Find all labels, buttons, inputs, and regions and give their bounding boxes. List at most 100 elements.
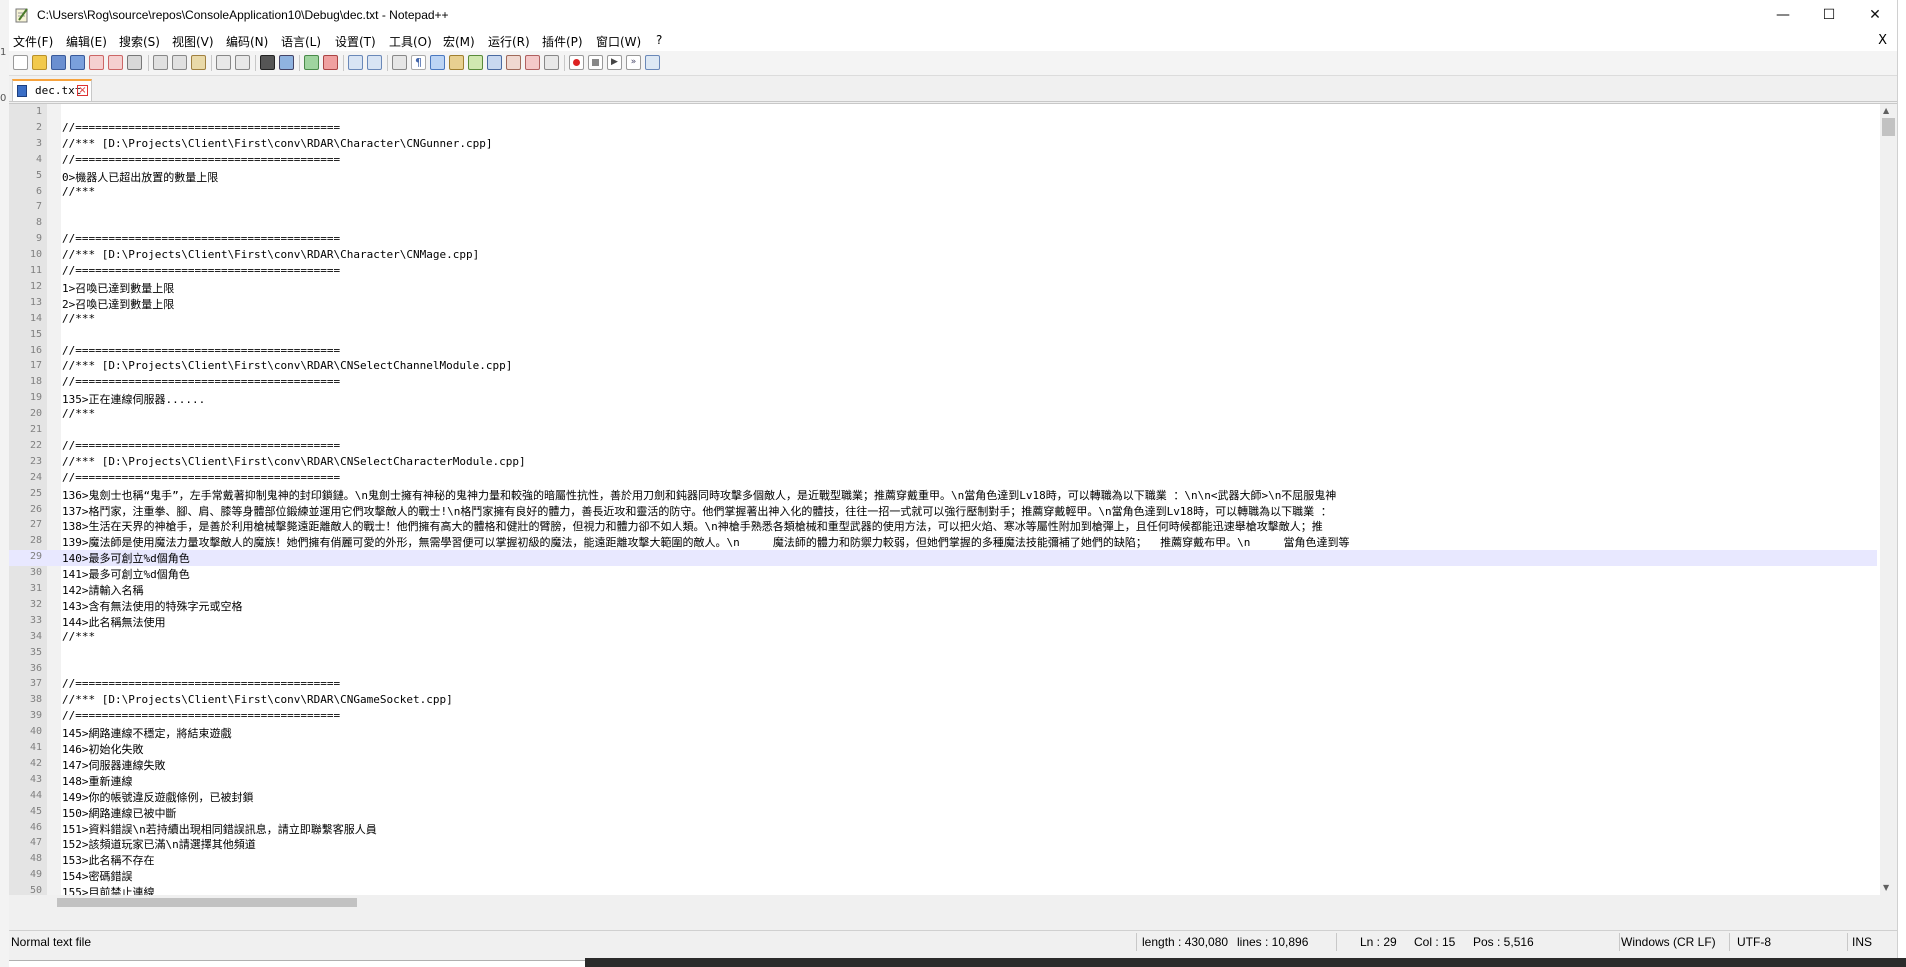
save-all-icon[interactable]	[70, 55, 85, 70]
menu-window[interactable]: 窗口(W)	[596, 33, 641, 50]
tab-close-icon[interactable]: ×	[77, 85, 88, 96]
indent-guide-icon[interactable]	[430, 55, 445, 70]
editor-line[interactable]: 41 146>初始化失敗	[9, 741, 1877, 757]
undo-icon[interactable]	[216, 55, 231, 70]
editor-line[interactable]: 7	[9, 200, 1877, 216]
horizontal-scrollbar[interactable]	[9, 895, 1880, 910]
scroll-down-icon[interactable]: ▼	[1883, 883, 1889, 892]
redo-icon[interactable]	[235, 55, 250, 70]
editor-line[interactable]: 15	[9, 328, 1877, 344]
close-document-button[interactable]: X	[1878, 33, 1887, 48]
horizontal-scroll-thumb[interactable]	[57, 898, 357, 907]
editor-line[interactable]: 25 136>鬼劍士也稱“鬼手”，左手常戴著抑制鬼神的封印鎖鏈。\n鬼劍士擁有神秘…	[9, 487, 1877, 503]
editor-line[interactable]: 32 143>含有無法使用的特殊字元或空格	[9, 598, 1877, 614]
show-all-chars-icon[interactable]: ¶	[411, 55, 426, 70]
save-icon[interactable]	[51, 55, 66, 70]
save-macro-icon[interactable]	[645, 55, 660, 70]
menu-file[interactable]: 文件(F)	[13, 33, 53, 50]
menu-search[interactable]: 搜索(S)	[119, 33, 160, 50]
eye-icon[interactable]	[544, 55, 559, 70]
editor-line[interactable]: 34 //***	[9, 630, 1877, 646]
editor-line[interactable]: 48 153>此名稱不存在	[9, 852, 1877, 868]
editor-line[interactable]: 4 //=====================================…	[9, 153, 1877, 169]
zoom-out-icon[interactable]	[323, 55, 338, 70]
user-language-icon[interactable]	[449, 55, 464, 70]
cut-icon[interactable]	[153, 55, 168, 70]
sync-vertical-icon[interactable]	[348, 55, 363, 70]
editor-line[interactable]: 9 //=====================================…	[9, 232, 1877, 248]
scroll-up-icon[interactable]: ▲	[1883, 106, 1889, 115]
editor-line[interactable]: 37 //====================================…	[9, 677, 1877, 693]
editor-line[interactable]: 20 //***	[9, 407, 1877, 423]
sync-horizontal-icon[interactable]	[367, 55, 382, 70]
editor-line[interactable]: 18 //====================================…	[9, 375, 1877, 391]
menu-tools[interactable]: 工具(O)	[389, 33, 432, 50]
editor-line[interactable]: 26 137>格鬥家，注重拳、腳、肩、膝等身體部位鍛練並運用它們攻擊敵人的戰士!\…	[9, 503, 1877, 519]
editor-line[interactable]: 17 //*** [D:\Projects\Client\First\conv\R…	[9, 359, 1877, 375]
editor-line[interactable]: 31 142>請輸入名稱	[9, 582, 1877, 598]
record-macro-icon[interactable]	[569, 55, 584, 70]
editor-line[interactable]: 36	[9, 662, 1877, 678]
play-macro-icon[interactable]: ▶	[607, 55, 622, 70]
editor-line[interactable]: 1	[9, 105, 1877, 121]
editor-line[interactable]: 27 138>生活在天界的神槍手，是善於利用槍械擊斃遠距離敵人的戰士！他們擁有高大…	[9, 518, 1877, 534]
menu-help[interactable]: ?	[656, 33, 662, 47]
monitoring-icon[interactable]	[525, 55, 540, 70]
editor-line[interactable]: 24 //====================================…	[9, 471, 1877, 487]
editor-line[interactable]: 40 145>網路連線不穩定，將結束遊戲	[9, 725, 1877, 741]
editor-line[interactable]: 43 148>重新連線	[9, 773, 1877, 789]
close-file-icon[interactable]	[89, 55, 104, 70]
editor-line[interactable]: 21	[9, 423, 1877, 439]
editor-line[interactable]: 19 135>正在連線伺服器......	[9, 391, 1877, 407]
text-editor[interactable]: 1 2//====================================…	[9, 103, 1897, 910]
editor-line[interactable]: 6 //***	[9, 185, 1877, 201]
editor-line[interactable]: 38 //*** [D:\Projects\Client\First\conv\R…	[9, 693, 1877, 709]
folder-workspace-icon[interactable]	[506, 55, 521, 70]
menu-settings[interactable]: 设置(T)	[335, 33, 376, 50]
editor-line[interactable]: 46 151>資料錯誤\n若持續出現相同錯誤訊息，請立即聯繫客服人員	[9, 821, 1877, 837]
menu-run[interactable]: 运行(R)	[488, 33, 530, 50]
print-icon[interactable]	[127, 55, 142, 70]
vertical-scrollbar[interactable]: ▲ ▼	[1880, 104, 1897, 910]
editor-line[interactable]: 11 //====================================…	[9, 264, 1877, 280]
minimize-button[interactable]: —	[1760, 0, 1806, 31]
editor-line[interactable]: 45 150>網路連線已被中斷	[9, 805, 1877, 821]
menu-macro[interactable]: 宏(M)	[443, 33, 475, 50]
editor-line[interactable]: 10 //*** [D:\Projects\Client\First\conv\R…	[9, 248, 1877, 264]
word-wrap-icon[interactable]	[392, 55, 407, 70]
run-macro-multiple-icon[interactable]: »	[626, 55, 641, 70]
zoom-in-icon[interactable]	[304, 55, 319, 70]
editor-line[interactable]: 50 155>目前禁止連線	[9, 884, 1877, 895]
menu-language[interactable]: 语言(L)	[281, 33, 321, 50]
editor-line[interactable]: 28 139>魔法師是使用魔法力量攻擊敵人的魔族！她們擁有俏麗可愛的外形，無需學習…	[9, 534, 1877, 550]
editor-line[interactable]: 33 144>此名稱無法使用	[9, 614, 1877, 630]
editor-line[interactable]: 22 //====================================…	[9, 439, 1877, 455]
editor-line[interactable]: 39 //====================================…	[9, 709, 1877, 725]
editor-line[interactable]: 29 140>最多可創立%d個角色	[9, 550, 1877, 567]
menu-encoding[interactable]: 编码(N)	[226, 33, 268, 50]
editor-line[interactable]: 13 2>召喚已達到數量上限	[9, 296, 1877, 312]
editor-line[interactable]: 5 0>機器人已超出放置的數量上限	[9, 169, 1877, 185]
tab-dec-txt[interactable]: dec.txt ×	[12, 79, 92, 101]
replace-icon[interactable]	[279, 55, 294, 70]
editor-line[interactable]: 3 //*** [D:\Projects\Client\First\conv\RD…	[9, 137, 1877, 153]
editor-line[interactable]: 2 //=====================================…	[9, 121, 1877, 137]
paste-icon[interactable]	[191, 55, 206, 70]
find-icon[interactable]	[260, 55, 275, 70]
editor-line[interactable]: 47 152>該頻道玩家已滿\n請選擇其他頻道	[9, 836, 1877, 852]
editor-line[interactable]: 14 //***	[9, 312, 1877, 328]
open-file-icon[interactable]	[32, 55, 47, 70]
menu-plugins[interactable]: 插件(P)	[542, 33, 583, 50]
editor-line[interactable]: 44 149>你的帳號違反遊戲條例，已被封鎖	[9, 789, 1877, 805]
editor-line[interactable]: 12 1>召喚已達到數量上限	[9, 280, 1877, 296]
vertical-scroll-thumb[interactable]	[1882, 118, 1895, 136]
editor-line[interactable]: 30 141>最多可創立%d個角色	[9, 566, 1877, 582]
editor-line[interactable]: 8	[9, 216, 1877, 232]
menu-view[interactable]: 视图(V)	[172, 33, 214, 50]
close-all-icon[interactable]	[108, 55, 123, 70]
editor-line[interactable]: 49 154>密碼錯誤	[9, 868, 1877, 884]
editor-line[interactable]: 23 //*** [D:\Projects\Client\First\conv\R…	[9, 455, 1877, 471]
stop-macro-icon[interactable]	[588, 55, 603, 70]
editor-line[interactable]: 35	[9, 646, 1877, 662]
editor-line[interactable]: 42 147>伺服器連線失敗	[9, 757, 1877, 773]
